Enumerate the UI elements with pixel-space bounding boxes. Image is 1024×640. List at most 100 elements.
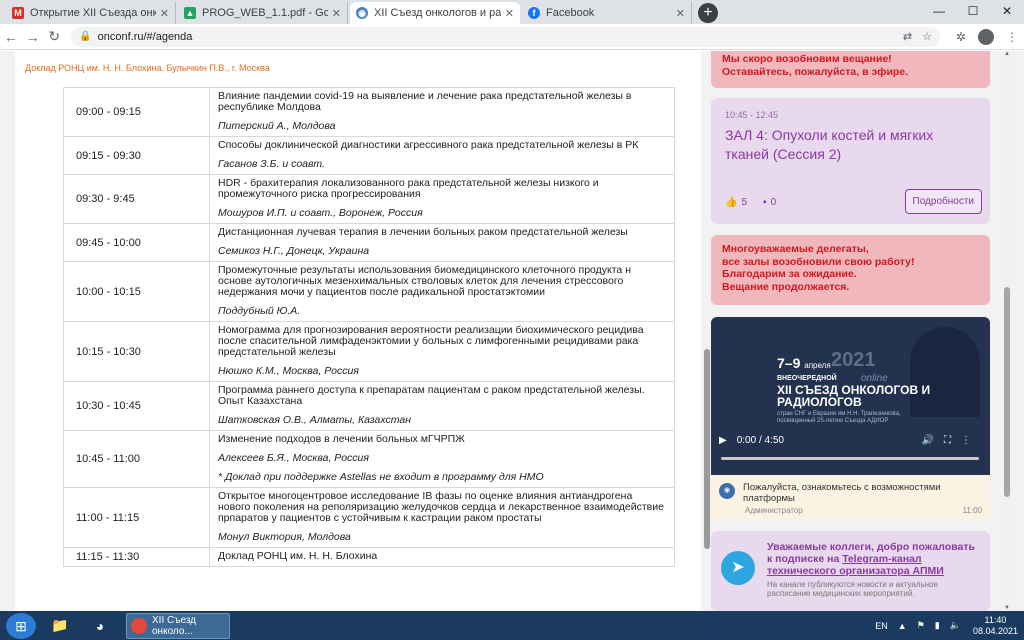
volume-tray-icon[interactable]: 🔈 — [950, 620, 961, 631]
translate-icon[interactable]: ⇄ — [903, 30, 912, 43]
minimize-button[interactable]: — — [922, 0, 956, 22]
agenda-description: Промежуточные результаты использования б… — [209, 261, 675, 322]
maximize-button[interactable]: ☐ — [956, 0, 990, 22]
alert-line: Мы скоро возобновим вещание! — [722, 53, 892, 65]
alert-line: все залы возобновили свою работу! — [722, 255, 915, 268]
address-bar[interactable]: 🔒 onconf.ru/#/agenda ⇄ ☆ — [71, 26, 940, 47]
agenda-speaker: Монул Виктория, Молдова — [218, 531, 351, 543]
alert-line: Многоуважаемые делегаты, — [722, 243, 869, 255]
close-tab-icon[interactable]: ✕ — [332, 7, 341, 20]
facebook-icon: f — [528, 7, 540, 19]
scroll-up-icon[interactable]: ▲ — [1002, 51, 1012, 57]
reload-icon[interactable]: ↻ — [43, 28, 65, 45]
url-text[interactable]: onconf.ru/#/agenda — [98, 31, 893, 43]
start-button[interactable]: ⊞ — [6, 612, 36, 639]
agenda-talk-title: HDR - брахитерапия локализованного рака … — [218, 177, 599, 200]
language-indicator[interactable]: EN — [875, 621, 888, 631]
agenda-talk-title: Дистанционная лучевая терапия в лечении … — [218, 226, 628, 238]
forward-icon[interactable]: → — [22, 29, 44, 45]
telegram-heading: Уважаемые коллеги, добро пожаловать к по… — [767, 541, 980, 577]
agenda-description: Влияние пандемии covid-19 на выявление и… — [209, 87, 675, 137]
alert-resume-soon: Мы скоро возобновим вещание! Оставайтесь… — [711, 51, 990, 88]
agenda-speaker: Семикоз Н.Г., Донецк, Украина — [218, 245, 370, 257]
tab-label: Открытие XII Съезда онколо... — [30, 7, 156, 19]
bookmark-star-icon[interactable]: ☆ — [922, 30, 932, 43]
agenda-time: 10:30 - 10:45 — [63, 381, 210, 431]
agenda-note: * Доклад при поддержке Astellas не входи… — [218, 471, 544, 483]
thumbs-up-icon[interactable]: 👍 — [725, 197, 737, 208]
close-window-button[interactable]: ✕ — [990, 0, 1024, 22]
alert-line: Оставайтесь, пожалуйста, в эфире. — [722, 65, 909, 78]
onconf-icon: ◉ — [356, 7, 368, 19]
likes-count: 5 — [741, 197, 748, 208]
agenda-row: 10:15 - 10:30 Номограмма для прогнозирова… — [63, 321, 675, 382]
clock[interactable]: 11:40 08.04.2021 — [973, 615, 1018, 637]
menu-icon[interactable]: ⋮ — [1006, 30, 1018, 44]
details-button[interactable]: Подробности — [904, 189, 982, 214]
admin-avatar-icon: ◉ — [719, 483, 735, 499]
tab-facebook[interactable]: f Facebook ✕ — [522, 2, 692, 24]
page-subheader: Доклад РОНЦ им. Н. Н. Блохина. Булычкин … — [25, 63, 270, 73]
agenda-scrollbar[interactable] — [704, 81, 710, 611]
profile-avatar[interactable]: N — [978, 28, 995, 45]
agenda-description: Дистанционная лучевая терапия в лечении … — [209, 223, 675, 262]
show-hidden-icons-icon[interactable]: ▲ — [898, 621, 907, 631]
new-tab-button[interactable]: + — [698, 3, 718, 23]
volume-icon[interactable]: 🔊 — [922, 435, 934, 446]
agenda-time: 11:00 - 11:15 — [63, 487, 210, 548]
lock-icon[interactable]: 🔒 — [79, 31, 91, 42]
page-scrollbar[interactable]: ▲ ▼ — [1002, 51, 1012, 611]
network-icon[interactable]: ▮ — [935, 620, 940, 631]
telegram-icon: ➤ — [721, 551, 755, 585]
tab-label: PROG_WEB_1.1.pdf - Google Ди... — [202, 7, 328, 19]
back-icon[interactable]: ← — [0, 29, 22, 45]
agenda-scrollbar-thumb[interactable] — [704, 349, 710, 549]
agenda-speaker: Мошуров И.П. и соавт., Воронеж, Россия — [218, 207, 423, 219]
tab-google-drive[interactable]: ▲ PROG_WEB_1.1.pdf - Google Ди... ✕ — [178, 2, 348, 24]
extensions-icon[interactable]: ✲ — [956, 30, 966, 44]
chat-sender: Администратор — [745, 506, 803, 515]
close-tab-icon[interactable]: ✕ — [505, 7, 514, 20]
flag-icon[interactable]: ⚑ — [917, 620, 925, 631]
agenda-description: HDR - брахитерапия локализованного рака … — [209, 174, 675, 224]
video-player[interactable]: 2021 7–9 апреля ВНЕОЧЕРЕДНОЙ online XII … — [711, 317, 990, 475]
tab-label: Facebook — [546, 7, 595, 19]
more-options-icon[interactable]: ⋮ — [961, 435, 971, 446]
agenda-row: 09:45 - 10:00 Дистанционная лучевая терап… — [63, 223, 675, 262]
page-viewport: Доклад РОНЦ им. Н. Н. Блохина. Булычкин … — [0, 51, 1024, 611]
tab-gmail[interactable]: M Открытие XII Съезда онколо... ✕ — [6, 2, 176, 24]
firefox-icon[interactable]: ◕ — [82, 613, 118, 639]
video-year: 2021 — [831, 349, 876, 371]
window-controls: — ☐ ✕ — [922, 0, 1024, 22]
fullscreen-icon[interactable]: ⛶ — [944, 435, 951, 446]
agenda-time: 10:15 - 10:30 — [63, 321, 210, 382]
agenda-speaker: Шатковская О.В., Алматы, Казахстан — [218, 414, 412, 426]
agenda-time: 09:45 - 10:00 — [63, 223, 210, 262]
video-heading: XII СЪЕЗД ОНКОЛОГОВ И РАДИОЛОГОВ — [777, 383, 931, 409]
tab-onconf[interactable]: ◉ XII Съезд онкологов и радиоло... ✕ — [350, 2, 520, 24]
video-date-days: 7–9 — [777, 355, 801, 371]
video-time: 0:00 / 4:50 — [736, 435, 784, 446]
video-progress-bar[interactable] — [721, 457, 979, 460]
file-explorer-icon[interactable]: 📁 — [42, 613, 78, 639]
taskbar-chrome-app[interactable]: XII Съезд онколо... — [126, 612, 230, 639]
agenda-row: 10:45 - 11:00 Изменение подходов в лечени… — [63, 430, 675, 488]
agenda-description: Программа раннего доступа к препаратам п… — [209, 381, 675, 431]
video-controls: ▶ 0:00 / 4:50 🔊 ⛶ ⋮ — [719, 435, 981, 446]
comment-icon[interactable]: ▪ — [763, 197, 767, 208]
agenda-row: 10:00 - 10:15 Промежуточные результаты ис… — [63, 261, 675, 322]
agenda-time: 11:15 - 11:30 — [63, 547, 210, 567]
close-tab-icon[interactable]: ✕ — [160, 7, 169, 20]
agenda-talk-title: Номограмма для прогнозирования вероятнос… — [218, 324, 644, 358]
chrome-icon — [131, 617, 147, 634]
play-icon[interactable]: ▶ — [719, 435, 727, 446]
sidebar: Мы скоро возобновим вещание! Оставайтесь… — [711, 51, 990, 611]
agenda-description: Способы доклинической диагностики агресс… — [209, 136, 675, 175]
agenda-talk-title: Открытое многоцентровое исследование IB … — [218, 490, 664, 524]
close-tab-icon[interactable]: ✕ — [676, 7, 685, 20]
telegram-note: На канале публикуются новости и актуальн… — [767, 580, 938, 598]
page-scrollbar-thumb[interactable] — [1004, 287, 1010, 497]
session-stats: 👍 5 ▪ 0 — [725, 197, 780, 208]
session-hall-title[interactable]: ЗАЛ 4: Опухоли костей и мягких тканей (С… — [725, 126, 976, 164]
agenda-talk-title: Промежуточные результаты использования б… — [218, 264, 631, 298]
